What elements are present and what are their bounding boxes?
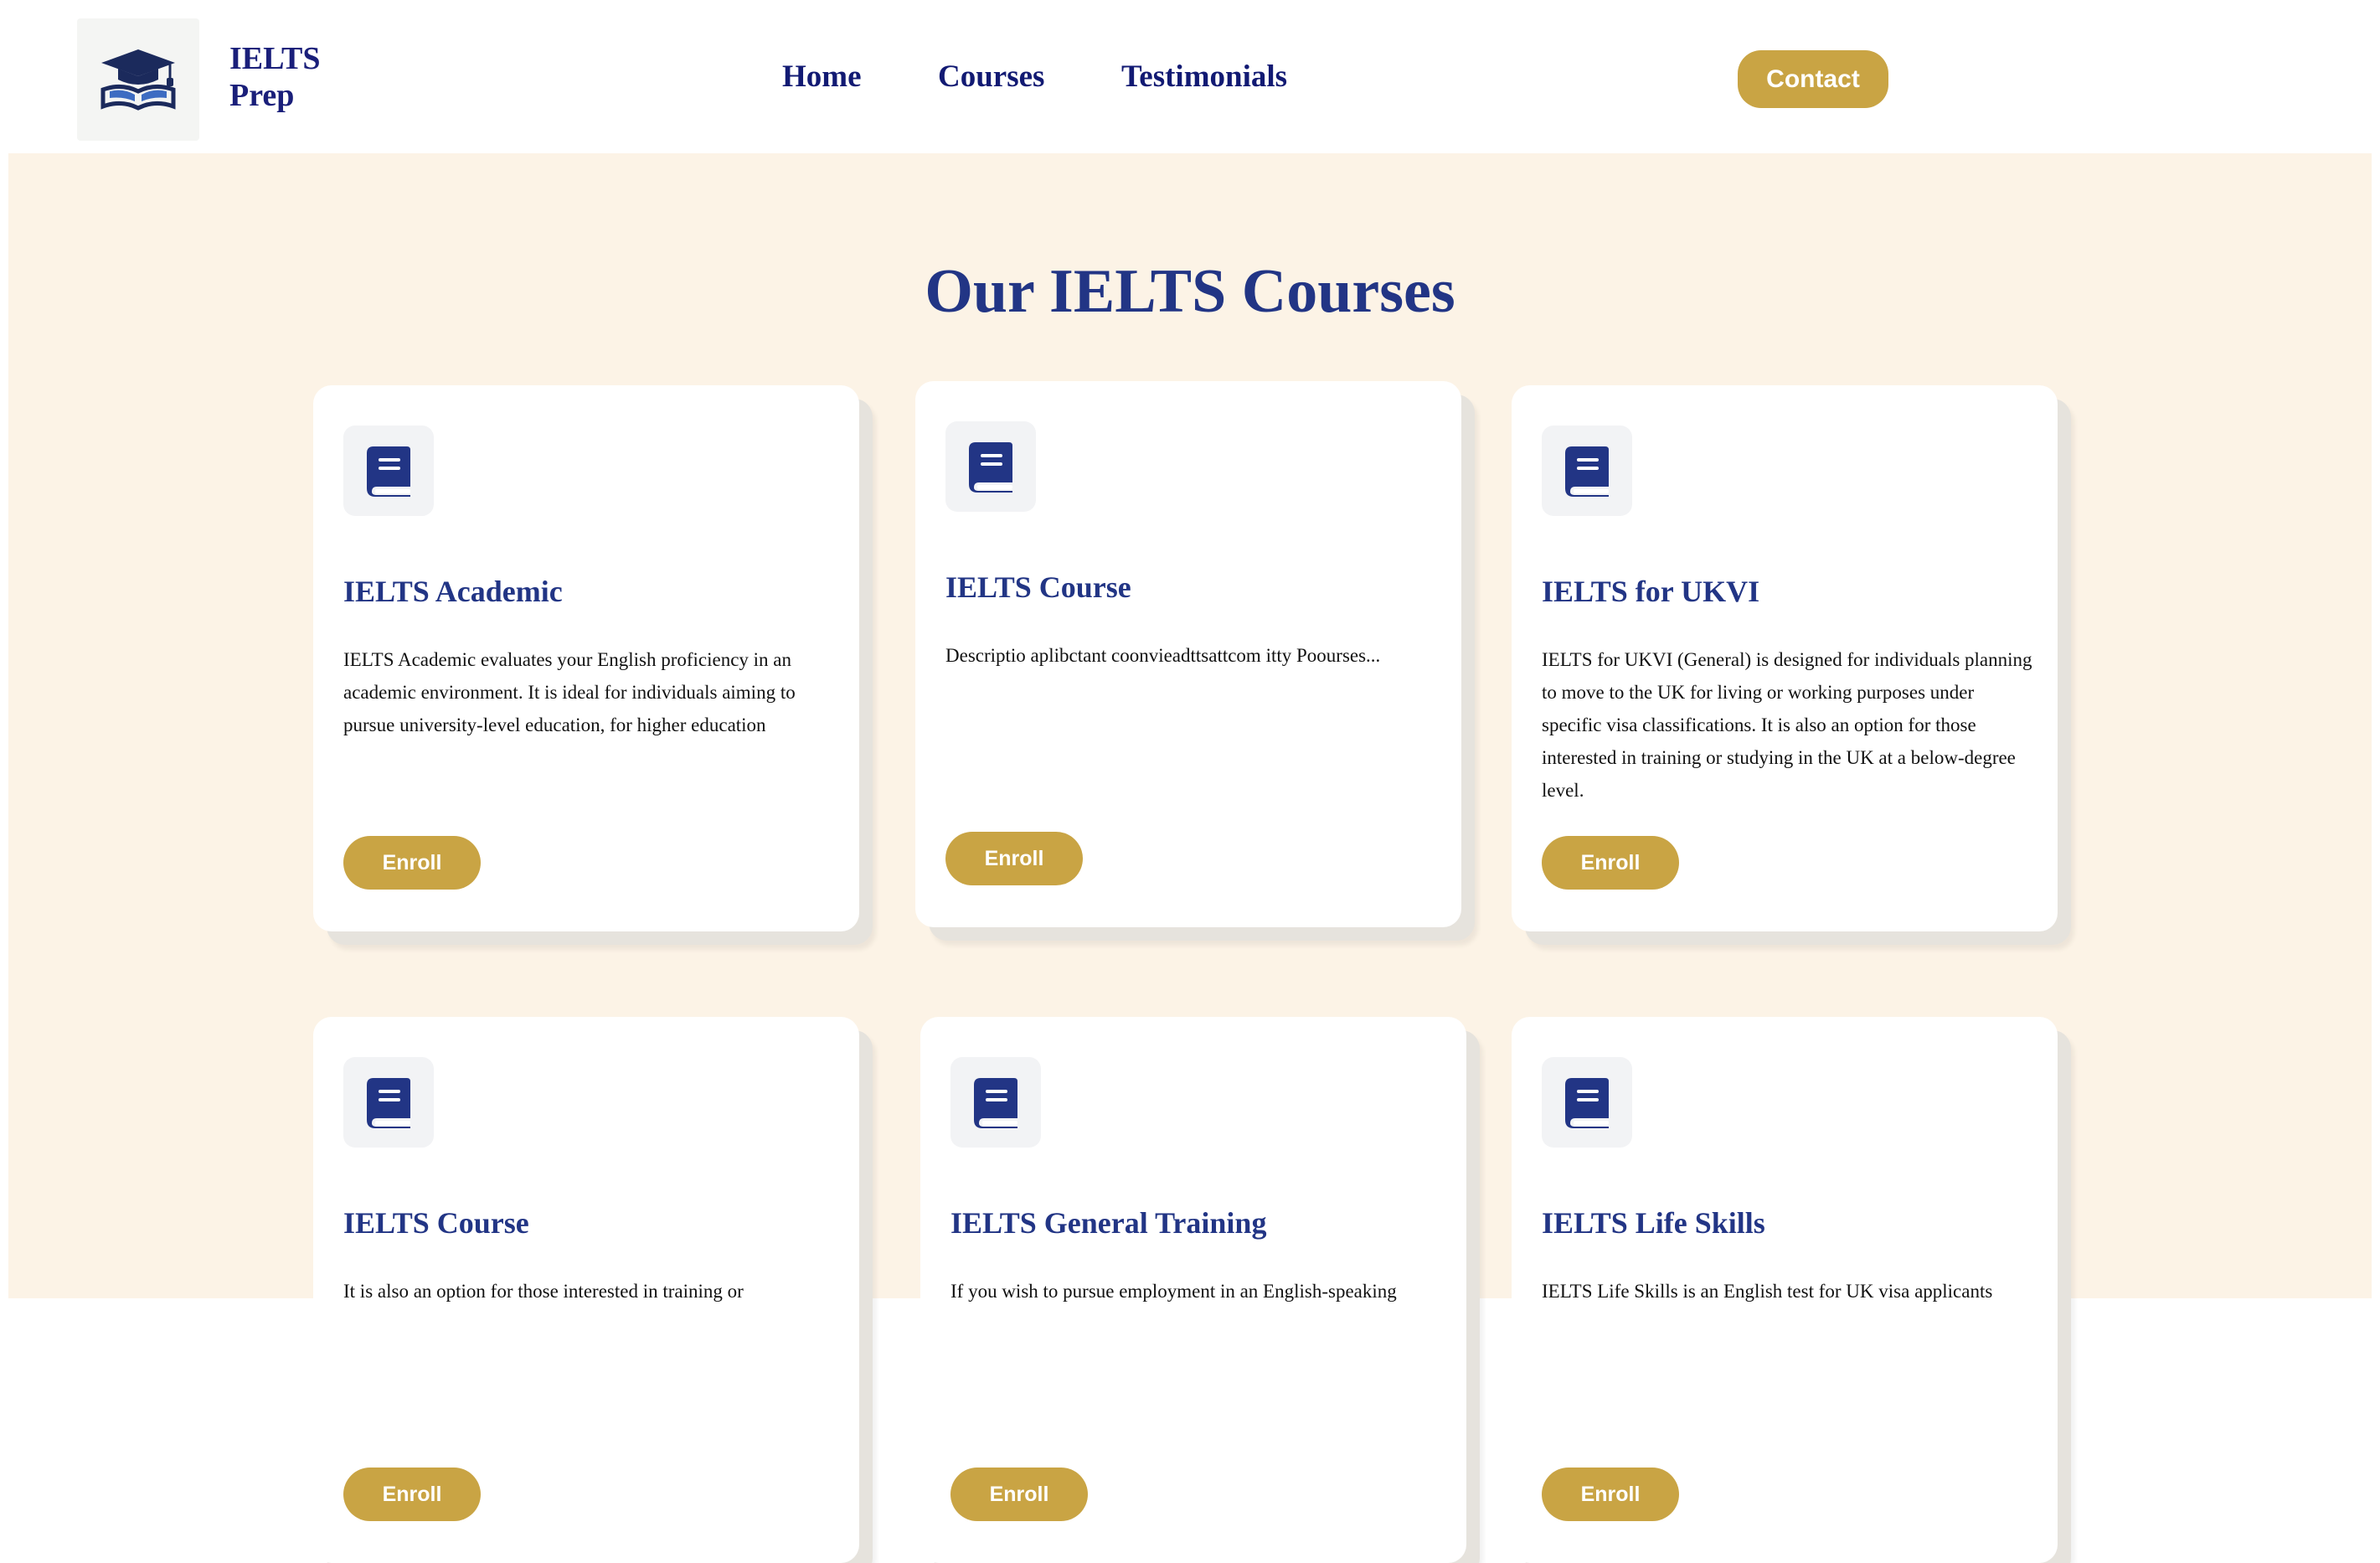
enroll-button[interactable]: Enroll	[1542, 836, 1679, 890]
enroll-button[interactable]: Enroll	[950, 1468, 1088, 1521]
course-title: IELTS Life Skills	[1542, 1206, 1765, 1240]
brand-line-1: IELTS	[229, 41, 321, 76]
enroll-button[interactable]: Enroll	[945, 832, 1083, 885]
course-description: IELTS Life Skills is an English test for…	[1542, 1281, 1993, 1302]
course-title: IELTS for UKVI	[1542, 575, 1760, 608]
enroll-button[interactable]: Enroll	[343, 836, 481, 890]
logo[interactable]	[77, 18, 199, 141]
brand-line-2: Prep	[229, 78, 295, 113]
enroll-button[interactable]: Enroll	[343, 1468, 481, 1521]
course-title: IELTS Course	[343, 1206, 529, 1240]
course-title: IELTS General Training	[950, 1206, 1267, 1240]
course-description: If you wish to pursue employment in an E…	[950, 1281, 1397, 1302]
course-description: IELTS Academic evaluates your English pr…	[343, 649, 796, 735]
book-icon	[1565, 446, 1609, 497]
course-title: IELTS Academic	[343, 575, 563, 608]
course-card-ielts-general-training: IELTS General Training If you wish to pu…	[920, 1017, 1466, 1563]
nav-home[interactable]: Home	[782, 59, 862, 95]
course-icon-box	[945, 421, 1036, 512]
courses-section: Our IELTS Courses IELTS Academic IELTS A…	[8, 153, 2372, 1563]
book-icon	[974, 1078, 1017, 1128]
book-icon	[969, 442, 1012, 493]
graduation-cap-book-icon	[100, 49, 176, 111]
book-icon	[1565, 1078, 1609, 1128]
course-description: It is also an option for those intereste…	[343, 1281, 744, 1302]
enroll-button[interactable]: Enroll	[1542, 1468, 1679, 1521]
course-icon-box	[343, 1057, 434, 1148]
course-card-ielts-course: IELTS Course Descriptio aplibctant coonv…	[915, 381, 1461, 927]
book-icon	[367, 1078, 410, 1128]
course-card-ielts-ukvi: IELTS for UKVI IELTS for UKVI (General) …	[1512, 385, 2058, 931]
course-card-ielts-life-skills: IELTS Life Skills IELTS Life Skills is a…	[1512, 1017, 2058, 1563]
course-icon-box	[1542, 426, 1632, 516]
course-description: Descriptio aplibctant coonvieadttsattcom…	[945, 645, 1381, 666]
book-icon	[367, 446, 410, 497]
nav-testimonials[interactable]: Testimonials	[1121, 59, 1287, 95]
nav-courses[interactable]: Courses	[938, 59, 1044, 95]
course-icon-box	[343, 426, 434, 516]
contact-button[interactable]: Contact	[1738, 50, 1888, 108]
course-icon-box	[950, 1057, 1041, 1148]
brand-name[interactable]: IELTS Prep	[229, 40, 347, 114]
course-card-ielts-course-2: IELTS Course It is also an option for th…	[313, 1017, 859, 1563]
course-icon-box	[1542, 1057, 1632, 1148]
site-header: IELTS Prep Home Courses Testimonials Con…	[0, 0, 2380, 153]
section-title: Our IELTS Courses	[925, 257, 1455, 326]
course-description: IELTS for UKVI (General) is designed for…	[1542, 649, 2032, 801]
course-card-ielts-academic: IELTS Academic IELTS Academic evaluates …	[313, 385, 859, 931]
course-title: IELTS Course	[945, 570, 1131, 604]
